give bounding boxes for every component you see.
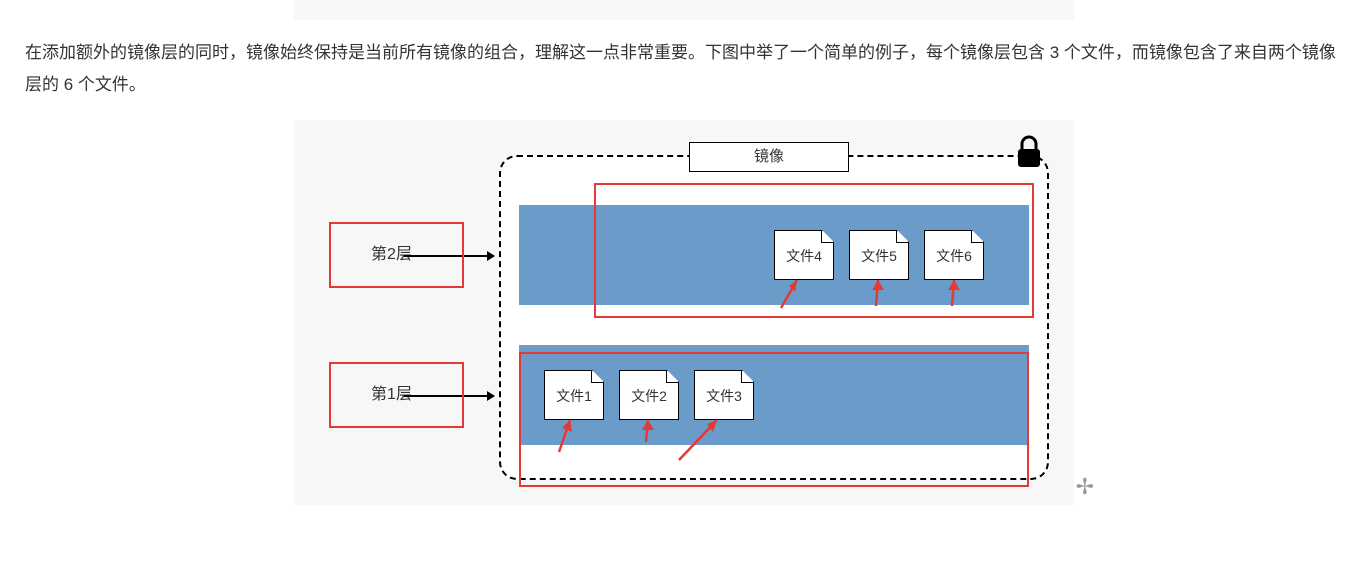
- figure-placeholder-strip: [294, 0, 1074, 20]
- figure-container: 镜像 第2层 第1层 文件4 文件5 文件6 文件1 文件2 文件3: [294, 120, 1074, 505]
- red-box-layer2-files: [594, 183, 1034, 318]
- image-title: 镜像: [689, 142, 849, 172]
- red-box-layer1-files: [519, 352, 1029, 487]
- lock-icon: [1014, 135, 1044, 169]
- description-paragraph: 在添加额外的镜像层的同时，镜像始终保持是当前所有镜像的组合，理解这一点非常重要。…: [0, 37, 1368, 102]
- image-layers-diagram: 镜像 第2层 第1层 文件4 文件5 文件6 文件1 文件2 文件3: [304, 130, 1064, 495]
- cursor-icon: ✢: [1076, 474, 1094, 500]
- red-box-layer2-label: [329, 222, 464, 288]
- red-box-layer1-label: [329, 362, 464, 428]
